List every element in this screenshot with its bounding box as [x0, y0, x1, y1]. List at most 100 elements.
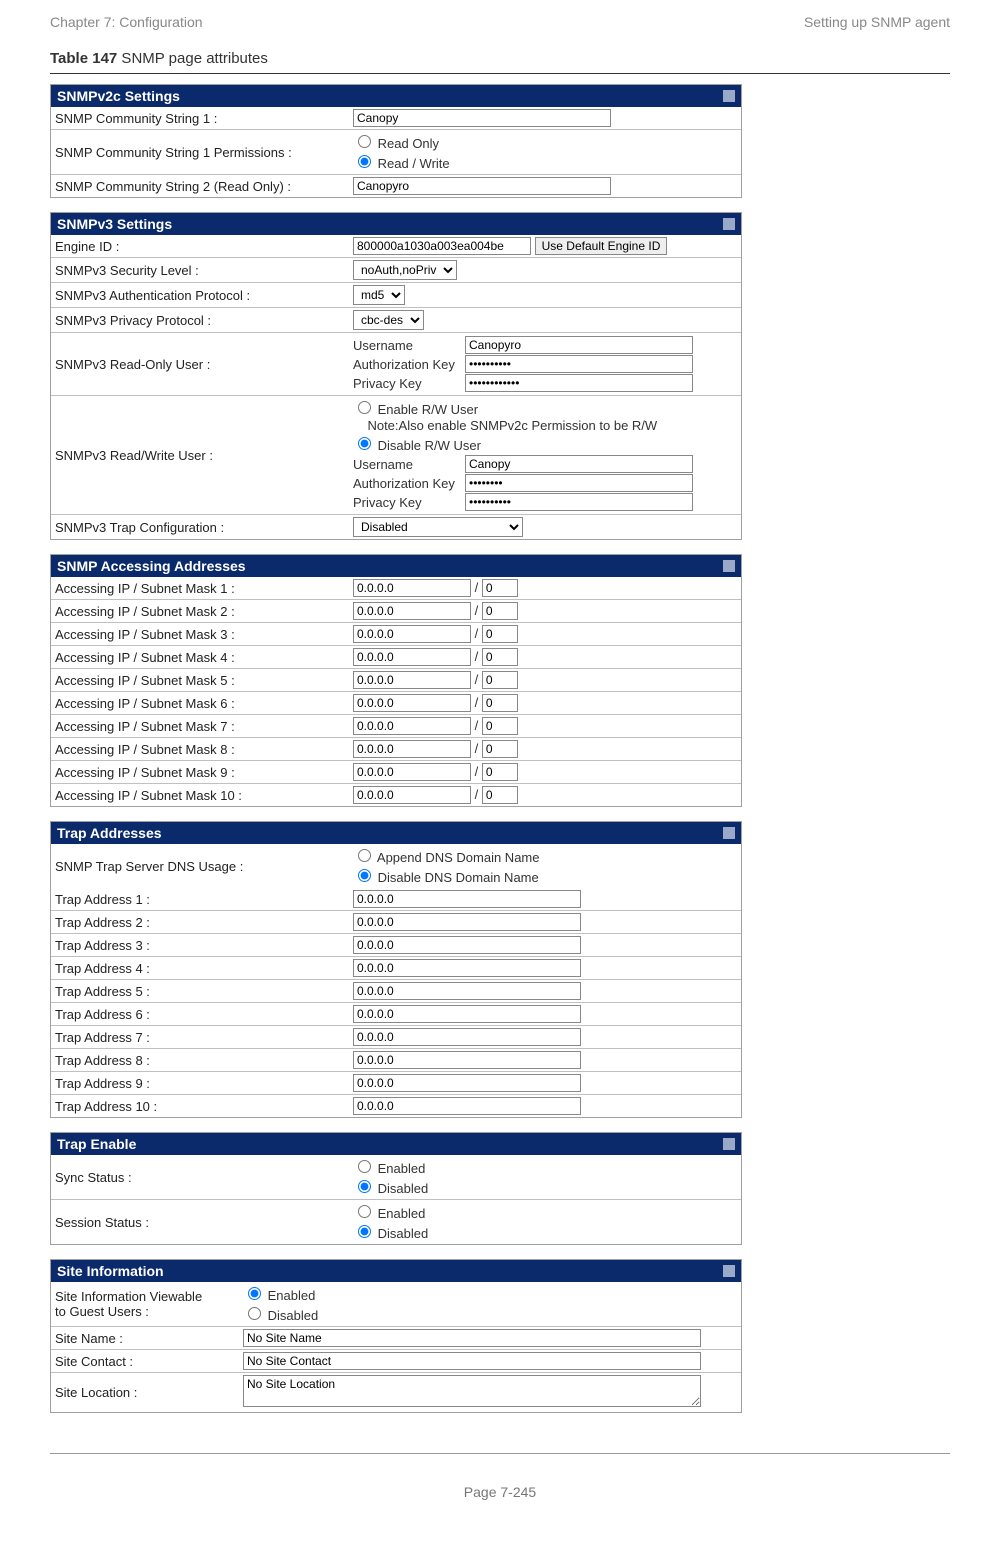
radio-guest-enabled-label: Enabled [268, 1288, 316, 1303]
radio-disable-dns-label: Disable DNS Domain Name [378, 870, 539, 885]
input-access-mask-7[interactable] [482, 717, 518, 735]
panel-hdr-snmpv2c: SNMPv2c Settings [51, 85, 741, 107]
collapse-icon[interactable] [723, 1138, 735, 1150]
input-access-mask-6[interactable] [482, 694, 518, 712]
radio-session-enabled[interactable] [358, 1205, 371, 1218]
input-access-ip-10[interactable] [353, 786, 471, 804]
radio-append-dns-label: Append DNS Domain Name [377, 850, 540, 865]
input-trapaddr-5[interactable] [353, 982, 581, 1000]
input-access-mask-10[interactable] [482, 786, 518, 804]
label-access-5: Accessing IP / Subnet Mask 5 : [51, 669, 349, 692]
input-engineid[interactable] [353, 237, 531, 255]
radio-sync-enabled[interactable] [358, 1160, 371, 1173]
panel-hdr-trapenable: Trap Enable [51, 1133, 741, 1155]
radio-disable-rw[interactable] [358, 437, 371, 450]
page-header: Chapter 7: Configuration Setting up SNMP… [50, 10, 950, 50]
input-access-ip-2[interactable] [353, 602, 471, 620]
label-rw-authkey: Authorization Key [353, 476, 463, 491]
radio-guest-disabled[interactable] [248, 1307, 261, 1320]
input-access-ip-8[interactable] [353, 740, 471, 758]
label-ro-user: SNMPv3 Read-Only User : [51, 333, 349, 396]
input-trapaddr-6[interactable] [353, 1005, 581, 1023]
select-privproto[interactable]: cbc-des [353, 310, 424, 330]
input-access-mask-9[interactable] [482, 763, 518, 781]
input-site-contact[interactable] [243, 1352, 701, 1370]
panel-hdr-access: SNMP Accessing Addresses [51, 555, 741, 577]
input-ro-username[interactable] [465, 336, 693, 354]
label-comm2: SNMP Community String 2 (Read Only) : [51, 175, 349, 198]
input-trapaddr-4[interactable] [353, 959, 581, 977]
input-access-ip-6[interactable] [353, 694, 471, 712]
radio-append-dns[interactable] [358, 849, 371, 862]
panel-title: Trap Addresses [57, 825, 162, 841]
collapse-icon[interactable] [723, 90, 735, 102]
panel-title: Trap Enable [57, 1136, 136, 1152]
label-trapaddr-8: Trap Address 8 : [51, 1049, 349, 1072]
collapse-icon[interactable] [723, 827, 735, 839]
collapse-icon[interactable] [723, 218, 735, 230]
panel-hdr-trapaddr: Trap Addresses [51, 822, 741, 844]
label-trapaddr-5: Trap Address 5 : [51, 980, 349, 1003]
input-trapaddr-7[interactable] [353, 1028, 581, 1046]
panel-snmpv3: SNMPv3 Settings Engine ID : Use Default … [50, 212, 742, 540]
input-access-ip-1[interactable] [353, 579, 471, 597]
note-rw: Note:Also enable SNMPv2c Permission to b… [367, 418, 657, 433]
label-access-10: Accessing IP / Subnet Mask 10 : [51, 784, 349, 807]
label-rw-privkey: Privacy Key [353, 495, 463, 510]
input-trapaddr-10[interactable] [353, 1097, 581, 1115]
input-trapaddr-1[interactable] [353, 890, 581, 908]
btn-default-engineid[interactable]: Use Default Engine ID [535, 237, 668, 255]
collapse-icon[interactable] [723, 1265, 735, 1277]
input-rw-authkey[interactable] [465, 474, 693, 492]
input-trapaddr-2[interactable] [353, 913, 581, 931]
select-seclevel[interactable]: noAuth,noPriv [353, 260, 457, 280]
label-trapaddr-4: Trap Address 4 : [51, 957, 349, 980]
radio-guest-enabled[interactable] [248, 1287, 261, 1300]
input-access-mask-5[interactable] [482, 671, 518, 689]
collapse-icon[interactable] [723, 560, 735, 572]
select-authproto[interactable]: md5 [353, 285, 405, 305]
radio-enable-rw[interactable] [358, 401, 371, 414]
label-authproto: SNMPv3 Authentication Protocol : [51, 283, 349, 308]
input-access-ip-7[interactable] [353, 717, 471, 735]
input-access-ip-4[interactable] [353, 648, 471, 666]
radio-disable-dns[interactable] [358, 869, 371, 882]
textarea-site-location[interactable]: No Site Location [243, 1375, 701, 1407]
input-access-mask-8[interactable] [482, 740, 518, 758]
label-trapaddr-10: Trap Address 10 : [51, 1095, 349, 1118]
radio-readwrite[interactable] [358, 155, 371, 168]
input-site-name[interactable] [243, 1329, 701, 1347]
label-access-4: Accessing IP / Subnet Mask 4 : [51, 646, 349, 669]
radio-sync-disabled-label: Disabled [378, 1181, 429, 1196]
label-trapaddr-6: Trap Address 6 : [51, 1003, 349, 1026]
input-rw-privkey[interactable] [465, 493, 693, 511]
radio-guest-disabled-label: Disabled [268, 1308, 319, 1323]
input-trapaddr-9[interactable] [353, 1074, 581, 1092]
input-ro-privkey[interactable] [465, 374, 693, 392]
input-access-ip-3[interactable] [353, 625, 471, 643]
caption-bold: Table 147 [50, 50, 117, 67]
input-access-mask-4[interactable] [482, 648, 518, 666]
input-comm2[interactable] [353, 177, 611, 195]
input-access-mask-1[interactable] [482, 579, 518, 597]
label-ro-authkey: Authorization Key [353, 357, 463, 372]
input-trapaddr-3[interactable] [353, 936, 581, 954]
radio-readonly[interactable] [358, 135, 371, 148]
radio-session-disabled[interactable] [358, 1225, 371, 1238]
input-access-ip-5[interactable] [353, 671, 471, 689]
input-trapaddr-8[interactable] [353, 1051, 581, 1069]
label-seclevel: SNMPv3 Security Level : [51, 258, 349, 283]
label-trapaddr-3: Trap Address 3 : [51, 934, 349, 957]
page-number: Page 7-245 [50, 1454, 950, 1500]
label-access-6: Accessing IP / Subnet Mask 6 : [51, 692, 349, 715]
panel-trapaddr: Trap Addresses SNMP Trap Server DNS Usag… [50, 821, 742, 1118]
table-caption: Table 147 SNMP page attributes [50, 50, 950, 74]
input-ro-authkey[interactable] [465, 355, 693, 373]
input-rw-username[interactable] [465, 455, 693, 473]
input-access-ip-9[interactable] [353, 763, 471, 781]
input-access-mask-3[interactable] [482, 625, 518, 643]
input-access-mask-2[interactable] [482, 602, 518, 620]
input-comm1[interactable] [353, 109, 611, 127]
radio-sync-disabled[interactable] [358, 1180, 371, 1193]
select-trapconfig[interactable]: Disabled [353, 517, 523, 537]
